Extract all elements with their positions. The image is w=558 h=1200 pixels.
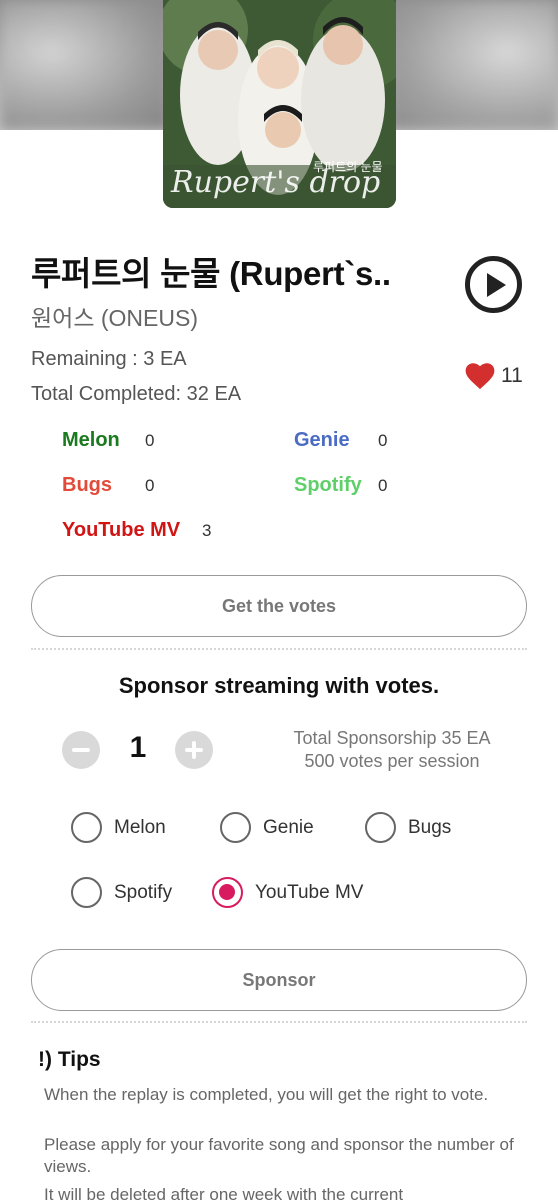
stream-label-melon: Melon [62, 429, 120, 451]
play-button[interactable] [465, 256, 522, 313]
total-completed: Total Completed: 32 EA [31, 383, 242, 405]
stream-label-youtube-mv: YouTube MV [62, 519, 181, 541]
plus-icon-vertical [192, 741, 196, 759]
heart-icon [465, 363, 495, 390]
remaining-count: Remaining : 3 EA [31, 348, 187, 370]
stream-value-bugs: 0 [145, 476, 155, 495]
radio-label: YouTube MV [255, 881, 364, 903]
divider [31, 1021, 527, 1023]
play-icon [487, 272, 506, 297]
get-votes-button[interactable]: Get the votes [31, 575, 527, 637]
sponsor-heading: Sponsor streaming with votes. [118, 673, 440, 698]
increment-button[interactable] [175, 731, 213, 769]
stream-value-youtube-mv: 3 [202, 521, 212, 540]
album-cover: Rupert's drop 루퍼트의 눈물 [163, 0, 396, 208]
radio-circle-selected [212, 877, 243, 908]
stream-value-spotify: 0 [378, 476, 388, 495]
quantity-value: 1 [129, 731, 147, 764]
radio-circle [71, 877, 102, 908]
decrement-button[interactable] [62, 731, 100, 769]
radio-label: Bugs [408, 816, 452, 838]
radio-circle [365, 812, 396, 843]
stream-label-spotify: Spotify [294, 474, 362, 496]
radio-youtube-mv[interactable]: YouTube MV [212, 877, 363, 908]
song-title: 루퍼트의 눈물 (Rupert`s.. [31, 255, 391, 292]
tips-title: !) Tips [38, 1048, 101, 1071]
radio-label: Melon [114, 816, 166, 838]
tip-text: When the replay is completed, you will g… [44, 1085, 489, 1104]
stream-value-genie: 0 [378, 431, 388, 450]
like-button[interactable]: 11 [465, 362, 523, 390]
radio-circle [220, 812, 251, 843]
radio-melon[interactable]: Melon [71, 812, 166, 843]
like-count: 11 [501, 364, 523, 387]
cover-korean-text: 루퍼트의 눈물 [313, 160, 383, 174]
blurred-backdrop-right [388, 0, 558, 130]
radio-bugs[interactable]: Bugs [365, 812, 451, 843]
tip-text: Please apply for your favorite song and … [44, 1135, 514, 1176]
stream-label-genie: Genie [294, 429, 350, 451]
stream-value-melon: 0 [145, 431, 155, 450]
stream-label-bugs: Bugs [62, 474, 112, 496]
artist-name: 원어스 (ONEUS) [31, 305, 198, 331]
radio-label: Genie [263, 816, 314, 838]
votes-per-session: 500 votes per session [304, 751, 480, 771]
sponsor-button[interactable]: Sponsor [31, 949, 527, 1011]
radio-label: Spotify [114, 881, 173, 903]
divider [31, 648, 527, 650]
tip-text: It will be deleted after one week with t… [44, 1185, 404, 1200]
radio-spotify[interactable]: Spotify [71, 877, 172, 908]
radio-genie[interactable]: Genie [220, 812, 314, 843]
sponsorship-info: Total Sponsorship 35 EA 500 votes per se… [266, 727, 518, 773]
radio-circle [71, 812, 102, 843]
blurred-backdrop-left [0, 0, 170, 130]
minus-icon [72, 748, 90, 752]
total-sponsorship: Total Sponsorship 35 EA [293, 728, 491, 748]
